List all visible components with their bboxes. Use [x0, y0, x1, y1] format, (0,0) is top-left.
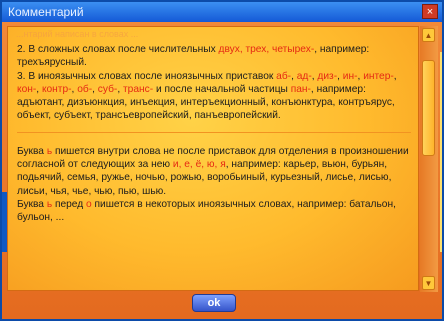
comment-dialog: Комментарий × ...нтарий написан в словах…	[0, 0, 444, 321]
faded-header-text: ...нтарий написан в словах ...	[16, 29, 139, 39]
text-segment: 2. В сложных словах после числительных	[17, 44, 219, 55]
highlighted-term: об-	[77, 83, 93, 95]
close-icon[interactable]: ×	[422, 4, 438, 19]
section-divider	[17, 131, 411, 133]
highlighted-term: двух, трех, четырех-	[218, 44, 315, 55]
highlighted-term: интер-	[363, 70, 394, 82]
scroll-down-icon[interactable]: ▼	[422, 276, 435, 290]
dialog-title: Комментарий	[8, 5, 84, 19]
vertical-scrollbar[interactable]: ▲ ▼	[420, 26, 438, 292]
paragraph-soft-sign-before-o: Буква ь перед о пишется в некоторых иноя…	[17, 198, 411, 225]
highlighted-term: кон-	[17, 83, 37, 95]
title-bar: Комментарий ×	[2, 2, 442, 22]
paragraph-foreign-prefixes: 3. В иноязычных словах после иноязычных …	[17, 70, 411, 123]
comment-text-area: ...нтарий написан в словах ... 2. В слож…	[7, 26, 419, 291]
text-segment: 3. В иноязычных словах после иноязычных …	[17, 70, 277, 82]
scroll-thumb[interactable]	[422, 60, 435, 156]
highlighted-term: ин-	[342, 70, 358, 82]
text-segment: и после начальной частицы	[153, 83, 291, 95]
highlighted-term: суб-	[97, 83, 118, 95]
highlighted-term: ад-	[296, 70, 312, 82]
highlighted-term: диз-	[317, 70, 338, 82]
text-segment: Буква	[17, 145, 47, 157]
text-segment: ,	[393, 70, 397, 82]
text-segment: Буква	[17, 198, 47, 210]
highlighted-term: транс-	[122, 83, 154, 95]
paragraph-compound-words: 2. В сложных словах после числительных д…	[17, 43, 411, 70]
highlighted-term: контр-	[41, 83, 72, 95]
highlighted-term: пан-	[290, 83, 311, 95]
text-segment: перед	[52, 198, 87, 210]
highlighted-term: аб-	[276, 70, 292, 82]
ok-button[interactable]: ok	[192, 294, 236, 312]
scroll-up-icon[interactable]: ▲	[422, 28, 435, 42]
paragraph-soft-sign-inside-word: Буква ь пишется внутри слова не после пр…	[17, 145, 411, 198]
highlighted-term: и, е, ё, ю, я	[172, 159, 226, 171]
right-edge-strip	[440, 52, 442, 252]
